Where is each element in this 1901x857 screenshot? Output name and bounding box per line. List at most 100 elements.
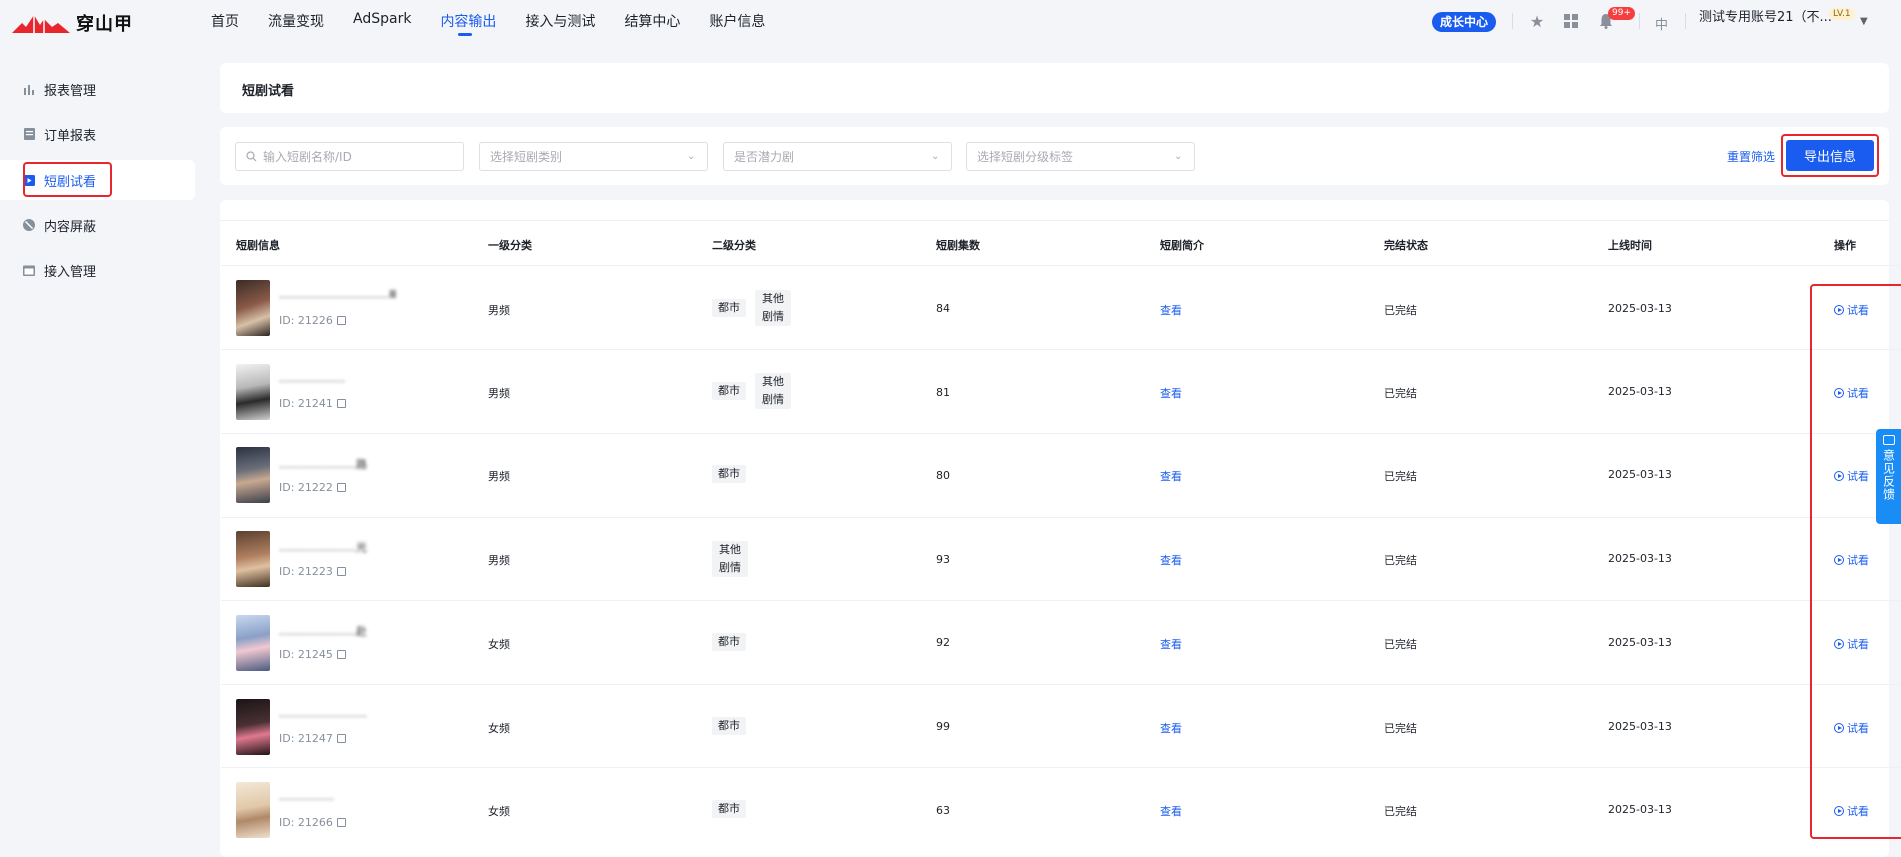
- try-watch-link[interactable]: 试看: [1834, 552, 1869, 568]
- growth-center-button[interactable]: 成长中心: [1432, 12, 1497, 32]
- drama-title: …………………光: [279, 541, 367, 554]
- view-synopsis-link[interactable]: 查看: [1160, 803, 1182, 819]
- copy-icon[interactable]: [336, 734, 346, 743]
- completion-status: 已完结: [1384, 470, 1417, 483]
- top-nav: 首页 流量变现 AdSpark 内容输出 接入与测试 结算中心 账户信息: [211, 11, 794, 36]
- completion-status: 已完结: [1384, 387, 1417, 400]
- nav-content-output[interactable]: 内容输出: [440, 11, 496, 36]
- copy-icon[interactable]: [336, 483, 346, 492]
- level2-tag: 都市: [712, 633, 746, 651]
- top-header: 穿山甲 首页 流量变现 AdSpark 内容输出 接入与测试 结算中心 账户信息…: [0, 0, 1901, 44]
- try-watch-link[interactable]: 试看: [1834, 803, 1869, 819]
- copy-icon[interactable]: [336, 567, 346, 576]
- drama-poster: [236, 782, 270, 838]
- nav-home[interactable]: 首页: [211, 11, 239, 31]
- account-name[interactable]: 测试专用账号21（不...: [1699, 6, 1832, 25]
- category-select[interactable]: 选择短剧类别 ⌄: [479, 142, 708, 171]
- online-date: 2025-03-13: [1608, 552, 1672, 565]
- col-header-level2: 二级分类: [712, 239, 756, 252]
- search-input[interactable]: 输入短剧名称/ID: [235, 142, 464, 171]
- language-switch[interactable]: 中: [1655, 14, 1668, 33]
- episode-count: 92: [936, 636, 950, 649]
- search-icon: [246, 151, 257, 162]
- export-button[interactable]: 导出信息: [1786, 140, 1874, 171]
- drama-id: ID: 21245: [279, 648, 346, 661]
- view-synopsis-link[interactable]: 查看: [1160, 720, 1182, 736]
- nav-traffic-monetization[interactable]: 流量变现: [268, 11, 324, 31]
- level1-category: 女频: [488, 805, 510, 818]
- brand-logo[interactable]: 穿山甲: [12, 10, 133, 36]
- view-synopsis-link[interactable]: 查看: [1160, 302, 1182, 318]
- copy-icon[interactable]: [336, 399, 346, 408]
- play-circle-icon: [1834, 388, 1844, 398]
- level1-category: 女频: [488, 722, 510, 735]
- try-watch-link[interactable]: 试看: [1834, 385, 1869, 401]
- chevron-down-icon[interactable]: ▼: [1860, 16, 1868, 27]
- sidebar-item-label: 订单报表: [44, 128, 97, 144]
- copy-icon[interactable]: [336, 818, 346, 827]
- nav-adspark[interactable]: AdSpark: [353, 11, 411, 31]
- level2-tag: 都市: [712, 717, 746, 735]
- rating-tag-select[interactable]: 选择短剧分级标签 ⌄: [966, 142, 1195, 171]
- drama-poster: [236, 364, 270, 420]
- online-date: 2025-03-13: [1608, 302, 1672, 315]
- sidebar-item-label: 短剧试看: [44, 174, 97, 190]
- sidebar-item-order-reports[interactable]: 订单报表: [0, 114, 195, 154]
- view-synopsis-link[interactable]: 查看: [1160, 468, 1182, 484]
- drama-id-text: ID: 21247: [279, 732, 333, 745]
- sidebar-item-reports[interactable]: 报表管理: [0, 69, 195, 109]
- view-synopsis-link[interactable]: 查看: [1160, 385, 1182, 401]
- sidebar-item-drama-preview[interactable]: 短剧试看: [0, 160, 195, 200]
- sidebar-item-label: 接入管理: [44, 264, 97, 280]
- drama-title: …………………赴: [279, 625, 367, 638]
- try-watch-label: 试看: [1847, 638, 1869, 651]
- copy-icon[interactable]: [336, 316, 346, 325]
- episode-count: 80: [936, 469, 950, 482]
- view-synopsis-link[interactable]: 查看: [1160, 636, 1182, 652]
- col-header-synopsis: 短剧简介: [1160, 239, 1204, 252]
- feedback-tab[interactable]: 意见反馈: [1876, 429, 1901, 524]
- drama-title: ………………: [279, 372, 345, 385]
- col-header-online-date: 上线时间: [1608, 239, 1652, 252]
- level2-tag: 其他剧情: [712, 541, 748, 577]
- drama-poster: [236, 280, 270, 336]
- level2-tag: 都市: [712, 299, 746, 317]
- try-watch-link[interactable]: 试看: [1834, 636, 1869, 652]
- play-icon: [22, 173, 36, 187]
- drama-id: ID: 21222: [279, 481, 346, 494]
- apps-grid-icon[interactable]: [1561, 11, 1581, 31]
- page-title-card: [220, 63, 1889, 113]
- drama-id: ID: 21266: [279, 816, 346, 829]
- sidebar-item-label: 内容屏蔽: [44, 219, 97, 235]
- try-watch-link[interactable]: 试看: [1834, 720, 1869, 736]
- notification-badge: 99+: [1608, 7, 1635, 20]
- col-header-drama-info: 短剧信息: [236, 239, 280, 252]
- try-watch-link[interactable]: 试看: [1834, 468, 1869, 484]
- play-circle-icon: [1834, 305, 1844, 315]
- header-divider: [1639, 13, 1640, 29]
- view-synopsis-link[interactable]: 查看: [1160, 552, 1182, 568]
- potential-placeholder: 是否潜力剧: [734, 150, 795, 164]
- potential-select[interactable]: 是否潜力剧 ⌄: [723, 142, 952, 171]
- chevron-down-icon: ⌄: [1174, 151, 1183, 162]
- sidebar-item-access-management[interactable]: 接入管理: [0, 250, 195, 290]
- nav-settlement[interactable]: 结算中心: [624, 11, 680, 31]
- star-icon[interactable]: ★: [1527, 11, 1547, 31]
- reset-filters-link[interactable]: 重置筛选: [1727, 148, 1775, 165]
- level1-category: 男频: [488, 554, 510, 567]
- calendar-icon: [22, 263, 36, 277]
- try-watch-link[interactable]: 试看: [1834, 302, 1869, 318]
- online-date: 2025-03-13: [1608, 385, 1672, 398]
- nav-account-info[interactable]: 账户信息: [709, 11, 765, 31]
- copy-icon[interactable]: [336, 650, 346, 659]
- col-header-episodes: 短剧集数: [936, 239, 980, 252]
- completion-status: 已完结: [1384, 554, 1417, 567]
- nav-integration-test[interactable]: 接入与测试: [525, 11, 595, 31]
- block-icon: [22, 218, 36, 232]
- completion-status: 已完结: [1384, 638, 1417, 651]
- category-placeholder: 选择短剧类别: [490, 150, 563, 164]
- sidebar-item-content-block[interactable]: 内容屏蔽: [0, 205, 195, 245]
- level-badge: LV.1: [1829, 8, 1855, 20]
- play-circle-icon: [1834, 555, 1844, 565]
- drama-id-text: ID: 21223: [279, 565, 333, 578]
